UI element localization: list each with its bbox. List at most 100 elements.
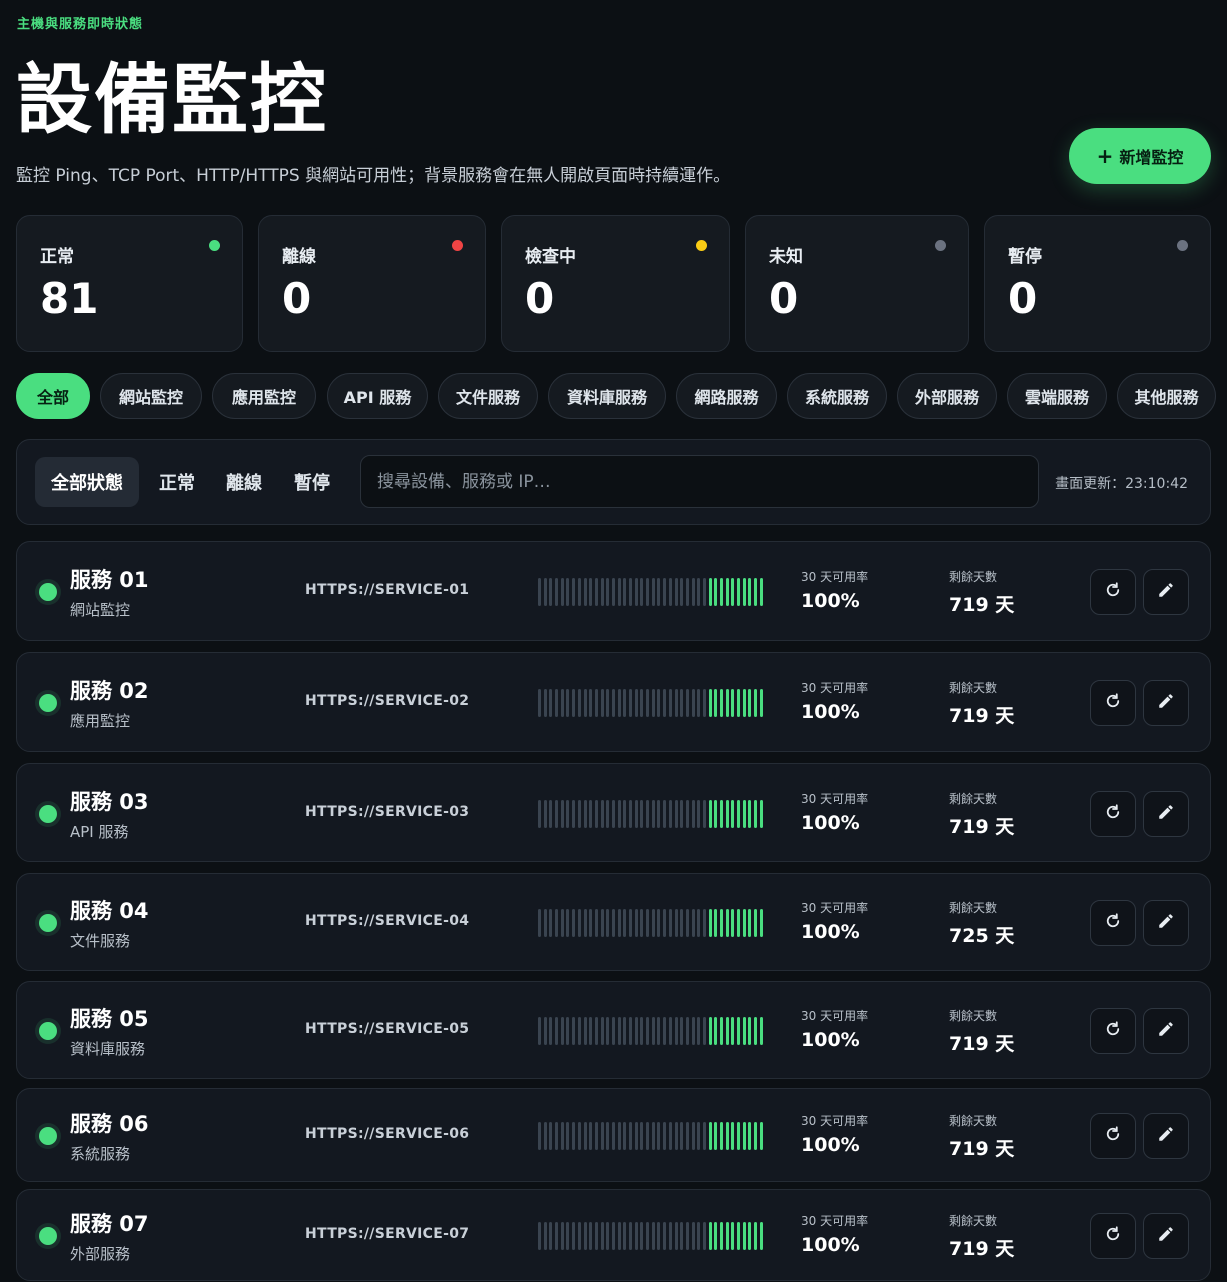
refresh-button[interactable] xyxy=(1090,1113,1136,1159)
history-bar xyxy=(720,909,723,937)
status-dot-icon xyxy=(39,1227,57,1245)
history-bar xyxy=(702,799,706,828)
status-dot-icon xyxy=(39,804,57,823)
category-chip-website[interactable]: 網站監控 xyxy=(100,373,202,419)
search-input[interactable] xyxy=(360,455,1039,508)
history-bar xyxy=(640,689,644,717)
uptime-history-bars xyxy=(538,799,763,828)
history-bar xyxy=(594,909,598,937)
category-chip-database[interactable]: 資料庫服務 xyxy=(548,373,666,419)
monitor-row[interactable]: 服務 05 資料庫服務 HTTPS://SERVICE-05 30 天可用率 100% 剩… xyxy=(16,981,1211,1079)
history-bar xyxy=(708,909,712,937)
history-bar xyxy=(572,578,576,606)
monitor-row[interactable]: 服務 07 外部服務 HTTPS://SERVICE-07 30 天可用率 100% 剩餘… xyxy=(16,1189,1211,1281)
history-bar xyxy=(566,578,570,606)
history-bar xyxy=(634,1017,638,1045)
monitor-row[interactable]: 服務 06 系統服務 HTTPS://SERVICE-06 30 天可用率 100% 剩餘… xyxy=(16,1088,1211,1182)
status-tab-normal[interactable]: 正常 xyxy=(147,457,207,507)
history-bar xyxy=(617,689,621,717)
monitor-url: HTTPS://SERVICE-06 xyxy=(305,1126,470,1142)
category-chip-all[interactable]: 全部 xyxy=(16,373,90,419)
monitor-row[interactable]: 服務 03 API 服務 HTTPS://SERVICE-03 30 天可用率 100%… xyxy=(16,763,1211,862)
history-bar xyxy=(583,799,587,828)
history-bar xyxy=(577,1017,581,1045)
days-value: 719 天 xyxy=(949,1033,1015,1055)
history-bar xyxy=(702,909,706,937)
stat-value: 0 xyxy=(282,274,312,323)
edit-button[interactable] xyxy=(1143,680,1189,726)
edit-button[interactable] xyxy=(1143,900,1189,946)
category-chip-api[interactable]: API 服務 xyxy=(327,373,428,419)
edit-button[interactable] xyxy=(1143,1008,1189,1054)
history-bar xyxy=(549,1017,553,1045)
stat-label: 正常 xyxy=(40,247,74,267)
refresh-button[interactable] xyxy=(1090,790,1136,837)
status-tab-all[interactable]: 全部狀態 xyxy=(35,457,139,507)
monitor-row[interactable]: 服務 02 應用監控 HTTPS://SERVICE-02 30 天可用率 100% 剩餘… xyxy=(16,652,1211,752)
history-bar xyxy=(685,689,689,717)
history-bar xyxy=(566,909,570,937)
pencil-icon xyxy=(1157,803,1175,825)
history-bar xyxy=(566,799,570,828)
monitor-url: HTTPS://SERVICE-07 xyxy=(305,1226,470,1242)
page-title: 設備監控 xyxy=(16,55,328,144)
history-bar xyxy=(714,799,718,828)
monitor-row[interactable]: 服務 01 網站監控 HTTPS://SERVICE-01 30 天可用率 100% 剩餘… xyxy=(16,541,1211,641)
history-bar xyxy=(606,1122,610,1150)
uptime-label: 30 天可用率 xyxy=(801,1214,869,1228)
uptime-value: 100% xyxy=(801,1234,860,1256)
history-bar xyxy=(617,578,621,606)
history-bar xyxy=(697,689,701,717)
history-bar xyxy=(668,1017,672,1045)
history-bar xyxy=(691,799,695,828)
category-chip-cloud[interactable]: 雲端服務 xyxy=(1007,373,1107,419)
edit-button[interactable] xyxy=(1143,1213,1189,1259)
history-bar xyxy=(748,1122,752,1150)
history-bar xyxy=(538,799,541,828)
refresh-button[interactable] xyxy=(1090,569,1136,615)
history-bar xyxy=(606,1222,610,1250)
history-bar xyxy=(697,1122,701,1150)
history-bar xyxy=(646,799,650,828)
history-bar xyxy=(629,578,632,606)
history-bar xyxy=(759,909,763,937)
uptime-label: 30 天可用率 xyxy=(801,1114,869,1128)
history-bar xyxy=(560,1222,564,1250)
history-bar xyxy=(668,1222,672,1250)
category-chip-external[interactable]: 外部服務 xyxy=(897,373,997,419)
refresh-button[interactable] xyxy=(1090,1213,1136,1259)
uptime-value: 100% xyxy=(801,1029,860,1051)
history-bar xyxy=(611,578,615,606)
history-bar xyxy=(731,1222,735,1250)
history-bar xyxy=(737,1122,741,1150)
uptime-label: 30 天可用率 xyxy=(801,681,869,695)
monitor-url: HTTPS://SERVICE-05 xyxy=(305,1021,470,1037)
history-bar xyxy=(663,1222,667,1250)
refresh-button[interactable] xyxy=(1090,1008,1136,1054)
history-bar xyxy=(720,1017,723,1045)
history-bar xyxy=(748,1017,752,1045)
status-tab-paused[interactable]: 暫停 xyxy=(281,457,343,507)
edit-button[interactable] xyxy=(1143,1113,1189,1159)
status-tab-offline[interactable]: 離線 xyxy=(213,457,275,507)
history-bar xyxy=(714,1222,718,1250)
edit-button[interactable] xyxy=(1143,790,1189,837)
category-chip-app[interactable]: 應用監控 xyxy=(212,373,316,419)
refresh-button[interactable] xyxy=(1090,680,1136,726)
add-monitor-button[interactable]: + 新增監控 xyxy=(1069,128,1211,184)
category-chip-network[interactable]: 網路服務 xyxy=(676,373,777,419)
history-bar xyxy=(594,1017,598,1045)
edit-button[interactable] xyxy=(1143,569,1189,615)
category-chip-other[interactable]: 其他服務 xyxy=(1117,373,1216,419)
history-bar xyxy=(748,578,752,606)
history-bar xyxy=(640,578,644,606)
category-chip-docs[interactable]: 文件服務 xyxy=(438,373,538,419)
history-bar xyxy=(629,1122,632,1150)
uptime-value: 100% xyxy=(801,921,860,943)
history-bar xyxy=(697,799,701,828)
category-chip-system[interactable]: 系統服務 xyxy=(787,373,887,419)
refresh-icon xyxy=(1104,1020,1122,1042)
monitor-row[interactable]: 服務 04 文件服務 HTTPS://SERVICE-04 30 天可用率 100% 剩餘… xyxy=(16,873,1211,971)
refresh-button[interactable] xyxy=(1090,900,1136,946)
history-bar xyxy=(623,1017,627,1045)
